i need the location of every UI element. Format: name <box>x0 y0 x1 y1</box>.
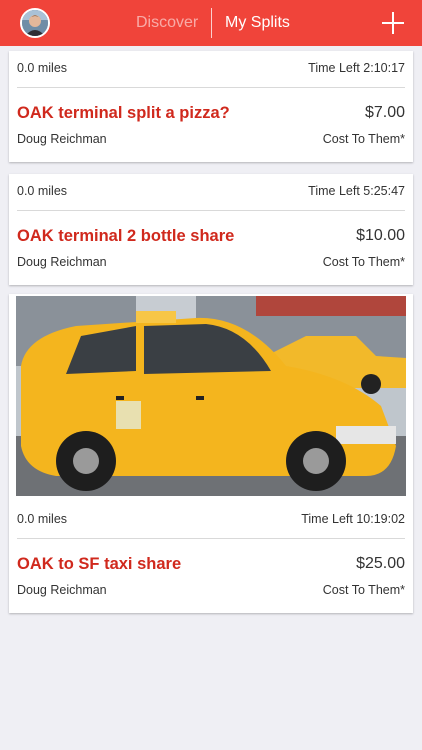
tab-divider <box>211 8 212 38</box>
cost-label: Cost To Them* <box>322 583 405 597</box>
split-title: OAK to SF taxi share <box>17 555 182 573</box>
add-button[interactable] <box>380 10 406 36</box>
cost-label: Cost To Them* <box>322 132 405 146</box>
split-title: OAK terminal split a pizza? <box>17 104 230 122</box>
time-left-label: Time Left 5:25:47 <box>308 184 405 198</box>
divider <box>17 538 405 539</box>
distance-label: 0.0 miles <box>17 184 68 198</box>
plus-icon <box>382 12 404 34</box>
split-card[interactable]: 0.0 miles Time Left 5:25:47 OAK terminal… <box>9 174 413 285</box>
taxi-photo <box>16 296 406 496</box>
taxi-image <box>16 296 406 496</box>
user-avatar[interactable] <box>20 8 50 38</box>
top-navigation-bar: Discover My Splits <box>0 0 422 46</box>
time-left-label: Time Left 2:10:17 <box>308 61 405 75</box>
split-card[interactable]: 0.0 miles Time Left 10:19:02 OAK to SF t… <box>9 294 413 613</box>
split-price: $10.00 <box>356 227 405 244</box>
cost-label: Cost To Them* <box>322 255 405 269</box>
distance-label: 0.0 miles <box>17 512 68 526</box>
tab-discover[interactable]: Discover <box>136 0 198 46</box>
tab-my-splits[interactable]: My Splits <box>225 0 290 46</box>
split-price: $7.00 <box>364 104 405 121</box>
split-price: $25.00 <box>356 555 405 572</box>
split-title: OAK terminal 2 bottle share <box>17 227 235 245</box>
owner-name: Doug Reichman <box>17 132 107 146</box>
owner-name: Doug Reichman <box>17 583 107 597</box>
split-card[interactable]: 0.0 miles Time Left 2:10:17 OAK terminal… <box>9 51 413 162</box>
divider <box>17 87 405 88</box>
divider <box>17 210 405 211</box>
distance-label: 0.0 miles <box>17 61 68 75</box>
avatar-icon <box>22 10 48 36</box>
time-left-label: Time Left 10:19:02 <box>301 512 405 526</box>
owner-name: Doug Reichman <box>17 255 107 269</box>
